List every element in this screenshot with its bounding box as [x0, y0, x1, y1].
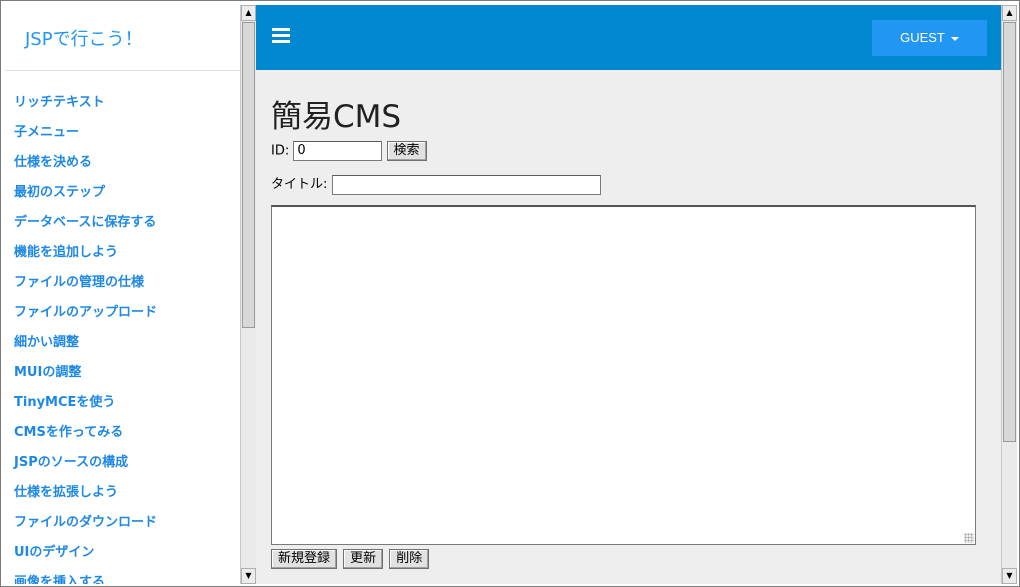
create-button[interactable]: 新規登録: [271, 548, 338, 569]
scrollbar-thumb[interactable]: [242, 22, 255, 328]
brand-title[interactable]: JSPで行こう！: [5, 5, 240, 71]
sidebar-item-mui-tuning[interactable]: MUIの調整: [5, 358, 240, 388]
sidebar: JSPで行こう！ リッチテキスト 子メニュー 仕様を決める 最初のステップ デー…: [5, 5, 240, 584]
sidebar-scrollbar[interactable]: ▲ ▼: [240, 5, 256, 584]
main-content: GUEST 簡易CMS ID: 0 検索 タイトル: 新規登録 更新 削除: [256, 5, 1001, 584]
title-row: タイトル:: [271, 173, 601, 195]
id-row: ID: 0 検索: [271, 141, 427, 161]
page-scrollbar[interactable]: ▲ ▼: [1001, 5, 1017, 584]
title-input[interactable]: [331, 174, 601, 195]
sidebar-item-add-feature[interactable]: 機能を追加しよう: [5, 238, 240, 268]
id-input[interactable]: 0: [293, 141, 383, 161]
scroll-down-icon[interactable]: ▼: [1002, 568, 1017, 584]
search-button[interactable]: 検索: [386, 141, 427, 161]
action-bar: 新規登録 更新 削除: [271, 548, 430, 569]
sidebar-item-tinymce[interactable]: TinyMCEを使う: [5, 388, 240, 418]
sidebar-item-rich-text[interactable]: リッチテキスト: [5, 88, 240, 118]
resize-grip-icon[interactable]: [964, 533, 974, 543]
scroll-up-icon[interactable]: ▲: [241, 5, 256, 21]
sidebar-item-fine-tuning[interactable]: 細かい調整: [5, 328, 240, 358]
sidebar-item-child-menu[interactable]: 子メニュー: [5, 118, 240, 148]
sidebar-item-file-spec[interactable]: ファイルの管理の仕様: [5, 268, 240, 298]
sidebar-item-first-step[interactable]: 最初のステップ: [5, 178, 240, 208]
caret-down-icon: [950, 36, 959, 41]
browser-window: JSPで行こう！ リッチテキスト 子メニュー 仕様を決める 最初のステップ デー…: [0, 0, 1020, 587]
sidebar-item-insert-image[interactable]: 画像を挿入する: [5, 568, 240, 584]
title-label: タイトル:: [271, 177, 328, 192]
user-menu-label: GUEST: [900, 30, 945, 45]
page-title: 簡易CMS: [271, 99, 402, 135]
id-label: ID:: [271, 143, 290, 159]
scroll-down-icon[interactable]: ▼: [241, 568, 256, 584]
sidebar-item-cms[interactable]: CMSを作ってみる: [5, 418, 240, 448]
delete-button[interactable]: 削除: [389, 548, 430, 569]
scroll-up-icon[interactable]: ▲: [1002, 5, 1017, 21]
app-bar: GUEST: [256, 5, 1001, 70]
hamburger-icon[interactable]: [272, 28, 290, 44]
sidebar-item-save-db[interactable]: データベースに保存する: [5, 208, 240, 238]
user-menu-button[interactable]: GUEST: [872, 20, 987, 56]
sidebar-item-file-download[interactable]: ファイルのダウンロード: [5, 508, 240, 538]
sidebar-item-spec[interactable]: 仕様を決める: [5, 148, 240, 178]
sidebar-item-extend-spec[interactable]: 仕様を拡張しよう: [5, 478, 240, 508]
sidebar-nav: リッチテキスト 子メニュー 仕様を決める 最初のステップ データベースに保存する…: [5, 71, 240, 584]
sidebar-item-jsp-source[interactable]: JSPのソースの構成: [5, 448, 240, 478]
sidebar-item-ui-design[interactable]: UIのデザイン: [5, 538, 240, 568]
sidebar-item-file-upload[interactable]: ファイルのアップロード: [5, 298, 240, 328]
body-textarea[interactable]: [271, 205, 976, 545]
update-button[interactable]: 更新: [343, 548, 384, 569]
scrollbar-thumb[interactable]: [1003, 22, 1016, 442]
